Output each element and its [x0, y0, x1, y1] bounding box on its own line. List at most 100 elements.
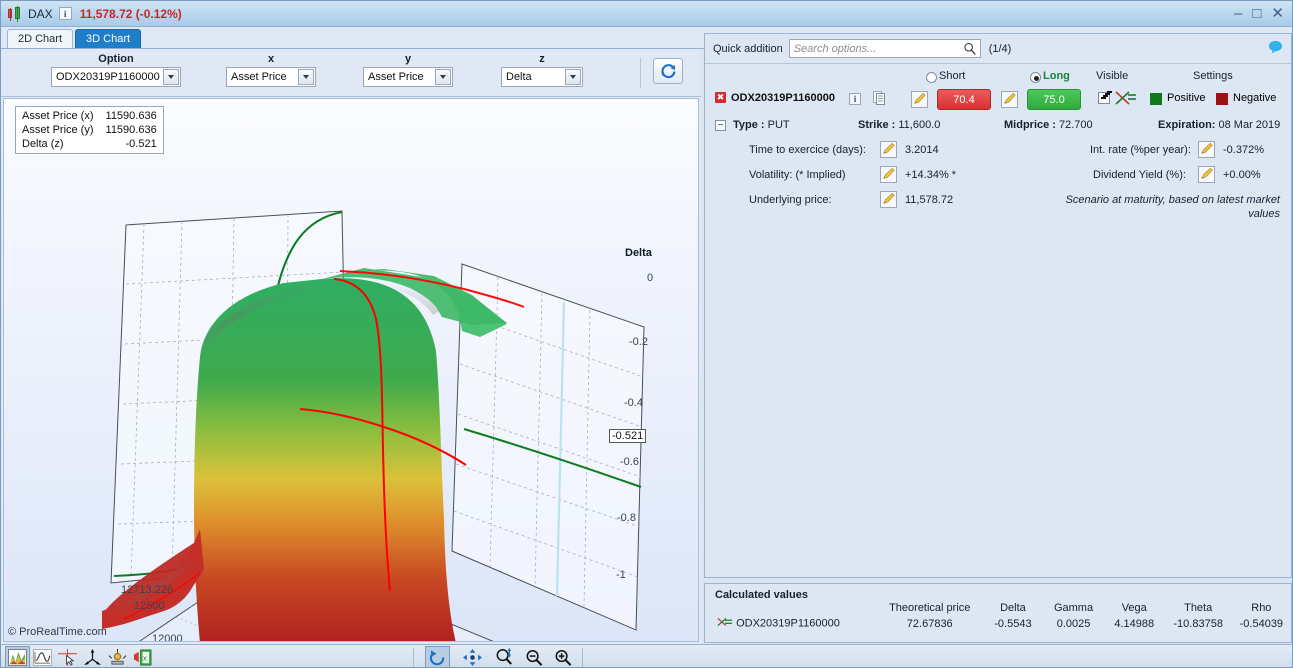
- instrument-symbol: DAX: [28, 6, 53, 21]
- chevron-down-icon[interactable]: [298, 69, 314, 85]
- interest-rate-label: Int. rate (%per year):: [1090, 144, 1191, 156]
- chevron-down-icon[interactable]: [435, 69, 451, 85]
- line-chart-icon[interactable]: [30, 646, 55, 668]
- tab-3d-chart[interactable]: 3D Chart: [75, 29, 142, 48]
- toolbar-divider: [640, 58, 641, 88]
- chart-pane: Option ODX20319P1160000 x Asset Price y …: [1, 49, 701, 644]
- calculated-values-title: Calculated values: [715, 589, 808, 601]
- col-rho: Rho: [1251, 602, 1272, 614]
- volatility-edit[interactable]: [880, 166, 897, 183]
- reset-rotation-icon[interactable]: [425, 645, 450, 667]
- title-bar: DAX i 11,578.72 (-0.12%) – □ ✕: [1, 1, 1292, 27]
- window-controls: – □ ✕: [1234, 6, 1288, 21]
- collapse-icon[interactable]: −: [715, 120, 726, 131]
- option-select[interactable]: ODX20319P1160000: [51, 67, 181, 87]
- z-value-marker: -0.521: [609, 429, 647, 443]
- z-selector-label: z: [539, 53, 545, 65]
- cell-delta: -0.5543: [994, 617, 1032, 630]
- negative-color-swatch[interactable]: [1216, 93, 1228, 105]
- visible-column-label: Visible: [1096, 70, 1129, 82]
- strike-field: Strike : 11,600.0: [858, 119, 941, 131]
- legend-value: 11590.636: [105, 110, 157, 122]
- underlying-price-value: 11,578.72: [905, 194, 954, 206]
- x-axis-select[interactable]: Asset Price: [226, 67, 316, 87]
- legend-label: Asset Price (y): [22, 124, 94, 136]
- interest-rate-edit[interactable]: [1198, 141, 1215, 158]
- long-column-label: Long: [1043, 70, 1070, 82]
- toolbar-divider: [413, 647, 414, 667]
- options-detail-pane: Quick addition Search options... (1/4) S…: [704, 33, 1292, 643]
- legend-row: Asset Price (x) 11590.636: [20, 109, 159, 123]
- chevron-down-icon[interactable]: [163, 69, 179, 85]
- option-name: ODX20319P1160000: [731, 92, 835, 104]
- legend-row: Delta (z) -0.521: [20, 137, 159, 151]
- chart-legend: Asset Price (x) 11590.636 Asset Price (y…: [15, 106, 164, 154]
- short-price-button[interactable]: 70.4: [937, 89, 991, 110]
- close-button[interactable]: ✕: [1271, 6, 1284, 21]
- area-chart-icon[interactable]: [5, 645, 30, 667]
- short-edit-button[interactable]: [911, 91, 928, 108]
- zoom-stretch-icon[interactable]: [493, 646, 518, 668]
- calculated-values-table: Theoretical price Delta Gamma Vega Theta…: [705, 601, 1291, 632]
- info-icon[interactable]: i: [849, 93, 861, 105]
- underlying-price-edit[interactable]: [880, 191, 897, 208]
- option-select-value: ODX20319P1160000: [56, 71, 160, 83]
- payoff-curve-icon[interactable]: [1115, 89, 1137, 107]
- refresh-icon: [661, 63, 675, 78]
- svg-text:x: x: [143, 653, 147, 662]
- zoom-out-icon[interactable]: [522, 646, 547, 668]
- y-axis-select[interactable]: Asset Price: [363, 67, 453, 87]
- col-gamma: Gamma: [1053, 602, 1094, 614]
- z-axis-title: Delta: [625, 247, 652, 259]
- x-selector-group: x Asset Price: [226, 53, 316, 87]
- search-input[interactable]: Search options...: [788, 39, 981, 58]
- remove-icon[interactable]: ✖: [715, 92, 726, 103]
- legend-value: -0.521: [125, 138, 157, 150]
- positive-color-swatch[interactable]: [1150, 93, 1162, 105]
- 3d-chart-canvas[interactable]: Asset Price (x) 11590.636 Asset Price (y…: [3, 98, 699, 642]
- time-to-exercise-edit[interactable]: [880, 141, 897, 158]
- time-to-exercise-value: 3.2014: [905, 144, 939, 156]
- short-radio[interactable]: [926, 72, 937, 83]
- option-summary-row: − Type : PUT Strike : 11,600.0 Midprice …: [715, 118, 1281, 136]
- tab-2d-chart[interactable]: 2D Chart: [7, 29, 74, 48]
- scenario-note: Scenario at maturity, based on latest ma…: [1065, 194, 1280, 220]
- refresh-button[interactable]: [653, 58, 683, 84]
- x-tick-0: 12713.226: [121, 584, 173, 596]
- copy-icon[interactable]: [873, 91, 887, 106]
- table-header-row: Theoretical price Delta Gamma Vega Theta…: [705, 601, 1291, 615]
- z-axis-select[interactable]: Delta: [501, 67, 583, 87]
- maximize-button[interactable]: □: [1252, 6, 1261, 21]
- long-price-button[interactable]: 75.0: [1027, 89, 1081, 110]
- export-excel-icon[interactable]: x: [130, 646, 155, 668]
- calculated-values-panel: Calculated values Theoretical price Delt…: [704, 583, 1292, 643]
- expiration-field: Expiration: 08 Mar 2019: [1158, 119, 1281, 131]
- lighting-icon[interactable]: [105, 646, 130, 668]
- dividend-yield-value: +0.00%: [1223, 169, 1261, 181]
- zoom-in-icon[interactable]: [551, 646, 576, 668]
- pan-icon[interactable]: [460, 646, 485, 668]
- midprice-field: Midprice : 72.700: [1004, 119, 1093, 131]
- minimize-button[interactable]: –: [1234, 6, 1242, 21]
- instrument-quote: 11,578.72 (-0.12%): [79, 6, 182, 21]
- options-count: (1/4): [988, 42, 1012, 55]
- y-axis-select-value: Asset Price: [368, 71, 424, 83]
- x-tick-1: 12500: [134, 600, 165, 612]
- visible-checkbox[interactable]: [1098, 92, 1110, 104]
- long-radio[interactable]: [1030, 72, 1041, 83]
- info-icon[interactable]: i: [58, 7, 72, 20]
- volatility-label: Volatility: (* Implied): [749, 169, 846, 181]
- axes-3d-icon[interactable]: [80, 646, 105, 668]
- option-selector-label: Option: [98, 53, 134, 65]
- search-icon[interactable]: [963, 42, 977, 56]
- crosshair-cursor-icon[interactable]: [55, 646, 80, 668]
- long-edit-button[interactable]: [1001, 91, 1018, 108]
- dividend-yield-edit[interactable]: [1198, 166, 1215, 183]
- option-selector-group: Option ODX20319P1160000: [51, 53, 181, 87]
- dividend-yield-label: Dividend Yield (%):: [1093, 169, 1186, 181]
- chevron-down-icon[interactable]: [565, 69, 581, 85]
- cell-theta: -10.83758: [1173, 617, 1223, 630]
- help-bubble-icon[interactable]: [1268, 40, 1283, 57]
- col-delta: Delta: [1000, 602, 1026, 614]
- y-selector-group: y Asset Price: [363, 53, 453, 87]
